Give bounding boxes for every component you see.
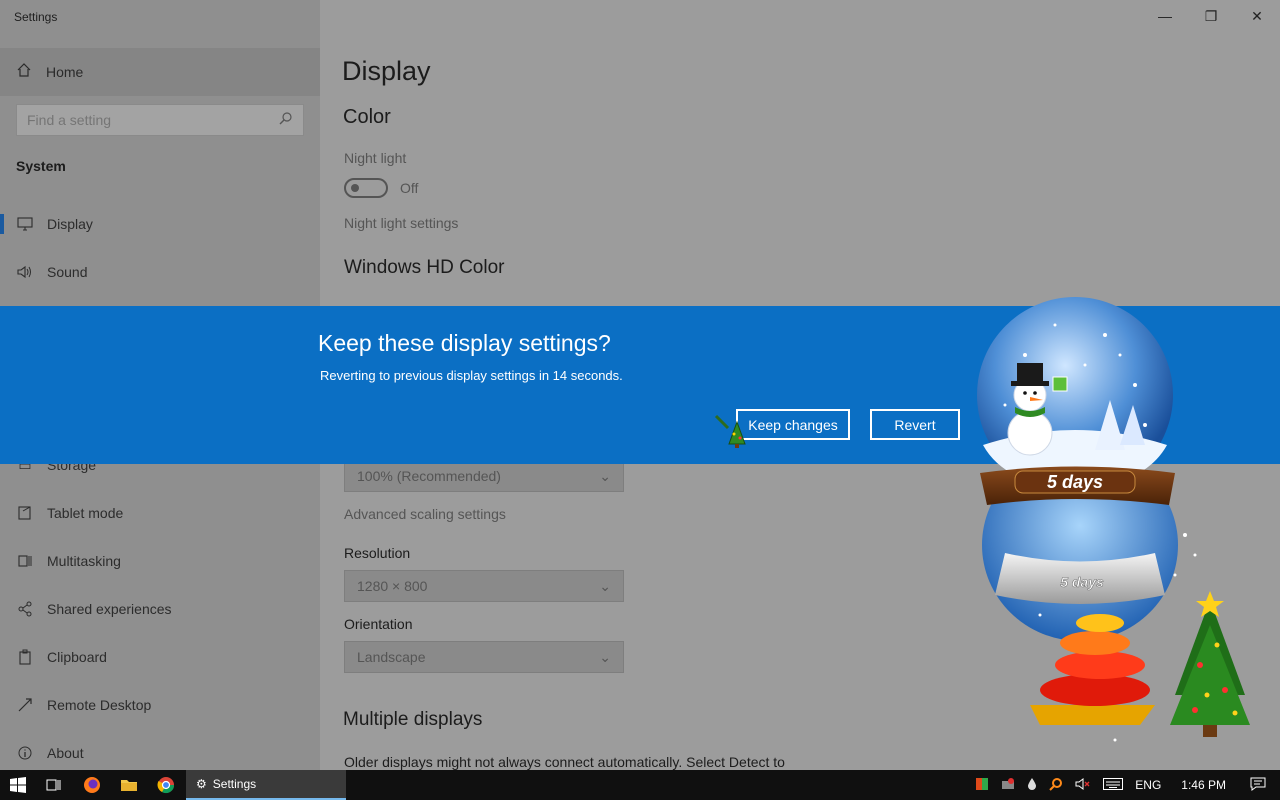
folder-icon <box>121 780 137 791</box>
tray-app-icon[interactable] <box>969 777 995 794</box>
clipboard-icon <box>16 648 34 666</box>
dialog-countdown: Reverting to previous display settings i… <box>320 368 623 383</box>
keyboard-icon[interactable] <box>1097 777 1129 793</box>
globe-banner-text: 5 days <box>1047 472 1103 492</box>
chevron-down-icon: ⌄ <box>599 577 611 594</box>
sidebar-item-shared-experiences[interactable]: Shared experiences <box>0 587 320 631</box>
keep-changes-button[interactable]: Keep changes <box>736 409 850 440</box>
gear-icon: ⚙ <box>196 777 207 791</box>
globe-base-text: 5 days <box>1060 574 1104 590</box>
tree-cursor-icon <box>714 414 746 448</box>
remote-icon <box>16 696 34 714</box>
action-center-icon[interactable] <box>1240 777 1280 794</box>
sidebar-item-label: Multitasking <box>47 553 121 569</box>
language-indicator[interactable]: ENG <box>1129 778 1167 792</box>
sidebar-item-sound[interactable]: Sound <box>0 250 320 294</box>
sidebar-item-label: Sound <box>47 264 88 280</box>
sidebar-item-tablet-mode[interactable]: Tablet mode <box>0 491 320 535</box>
page-title: Display <box>342 56 431 86</box>
file-explorer-taskbar-button[interactable] <box>111 770 147 800</box>
scale-dropdown[interactable]: 100% (Recommended) ⌄ <box>344 460 624 492</box>
firefox-taskbar-button[interactable] <box>74 770 110 800</box>
task-view-icon <box>46 779 61 791</box>
sidebar-item-label: Remote Desktop <box>47 697 152 713</box>
chrome-taskbar-button[interactable] <box>148 770 184 800</box>
resolution-label: Resolution <box>344 545 411 561</box>
start-button[interactable] <box>0 770 36 800</box>
sidebar-item-label: Display <box>47 216 93 232</box>
window-controls: — ❐ ✕ <box>1142 0 1280 32</box>
tray-search-icon[interactable] <box>1043 777 1069 794</box>
chevron-down-icon: ⌄ <box>599 467 611 484</box>
tablet-icon <box>16 504 34 522</box>
orientation-dropdown[interactable]: Landscape ⌄ <box>344 641 624 673</box>
task-view-button[interactable] <box>36 770 72 800</box>
search-icon[interactable] <box>279 111 293 130</box>
taskbar: ⚙ Settings ENG 1:46 PM <box>0 770 1280 800</box>
sidebar-item-clipboard[interactable]: Clipboard <box>0 635 320 679</box>
info-icon <box>16 744 34 762</box>
search-input[interactable] <box>27 112 267 128</box>
sidebar-item-label: Tablet mode <box>47 505 124 521</box>
snow-globe-icon: 5 days 5 days <box>977 297 1250 742</box>
minimize-button[interactable]: — <box>1142 0 1188 32</box>
sidebar-home[interactable]: Home <box>0 48 320 96</box>
windows-logo-icon <box>10 777 26 793</box>
dialog-title: Keep these display settings? <box>318 330 611 356</box>
sidebar-item-multitasking[interactable]: Multitasking <box>0 539 320 583</box>
color-heading: Color <box>343 106 391 128</box>
sidebar-item-about[interactable]: About <box>0 731 320 775</box>
volume-muted-icon[interactable] <box>1069 777 1097 794</box>
sidebar-item-remote-desktop[interactable]: Remote Desktop <box>0 683 320 727</box>
hd-color-heading: Windows HD Color <box>344 257 505 278</box>
system-tray: ENG 1:46 PM <box>969 770 1280 800</box>
speaker-icon <box>16 263 34 281</box>
multiple-displays-text: Older displays might not always connect … <box>344 754 785 770</box>
sidebar-item-label: About <box>47 745 84 761</box>
close-button[interactable]: ✕ <box>1234 0 1280 32</box>
tray-droplet-icon[interactable] <box>1021 777 1043 794</box>
orientation-label: Orientation <box>344 616 413 632</box>
tray-network-app-icon[interactable] <box>995 777 1021 794</box>
sidebar-item-label: Clipboard <box>47 649 107 665</box>
restore-button[interactable]: ❐ <box>1188 0 1234 32</box>
search-box[interactable] <box>16 104 304 136</box>
home-label: Home <box>46 64 84 80</box>
snow-globe-widget[interactable]: 5 days 5 days <box>945 295 1265 755</box>
multitasking-icon <box>16 552 34 570</box>
resolution-value: 1280 × 800 <box>357 578 428 594</box>
chrome-icon <box>157 777 175 794</box>
clock[interactable]: 1:46 PM <box>1167 778 1240 792</box>
toggle-knob <box>351 184 359 192</box>
advanced-scaling-link[interactable]: Advanced scaling settings <box>344 506 506 522</box>
scale-value: 100% (Recommended) <box>357 468 501 484</box>
multiple-displays-heading: Multiple displays <box>343 709 483 730</box>
settings-taskbar-button[interactable]: ⚙ Settings <box>186 770 346 800</box>
monitor-icon <box>16 215 34 233</box>
taskbar-app-label: Settings <box>212 777 257 791</box>
share-icon <box>16 600 34 618</box>
window-title: Settings <box>14 10 58 24</box>
section-label-system: System <box>16 158 66 174</box>
home-icon <box>16 62 32 83</box>
night-light-label: Night light <box>344 150 407 166</box>
sidebar-item-label: Shared experiences <box>47 601 172 617</box>
night-light-toggle[interactable] <box>344 178 388 198</box>
sidebar-item-display[interactable]: Display <box>0 202 320 246</box>
firefox-icon <box>84 777 100 793</box>
orientation-value: Landscape <box>357 649 426 665</box>
resolution-dropdown[interactable]: 1280 × 800 ⌄ <box>344 570 624 602</box>
chevron-down-icon: ⌄ <box>599 648 611 665</box>
night-light-state: Off <box>400 180 419 196</box>
night-light-settings-link[interactable]: Night light settings <box>344 215 458 231</box>
